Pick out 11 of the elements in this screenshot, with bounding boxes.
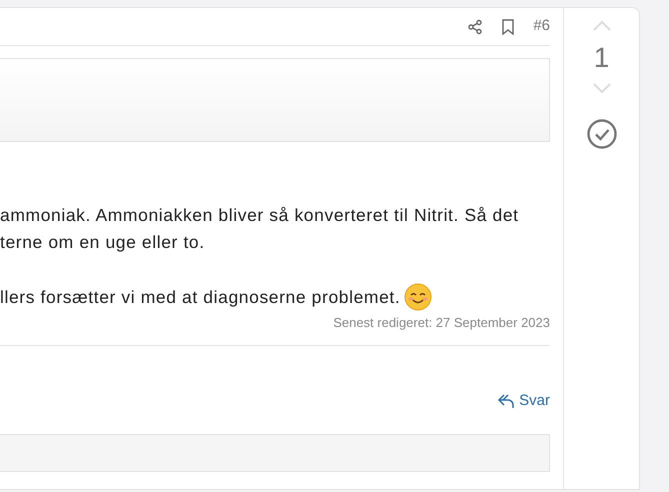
smiley-icon <box>404 283 432 311</box>
check-circle-icon[interactable] <box>586 118 618 150</box>
post-text-line: terne om en uge eller to. <box>0 231 205 254</box>
bookmark-icon[interactable] <box>501 18 516 34</box>
share-icon[interactable] <box>467 18 484 34</box>
post-text-line: llers forsætter vi med at diagnoserne problemet. <box>0 286 400 309</box>
edited-note: Senest redigeret: 27 September 2023 <box>0 313 550 346</box>
vote-score: 1 <box>594 44 610 72</box>
reply-link[interactable]: Svar <box>497 390 550 412</box>
post-text-line: ammoniak. Ammoniakken bliver så konverteret til Nitrit. Så det <box>0 204 519 227</box>
post-number-link[interactable]: #6 <box>533 15 550 38</box>
